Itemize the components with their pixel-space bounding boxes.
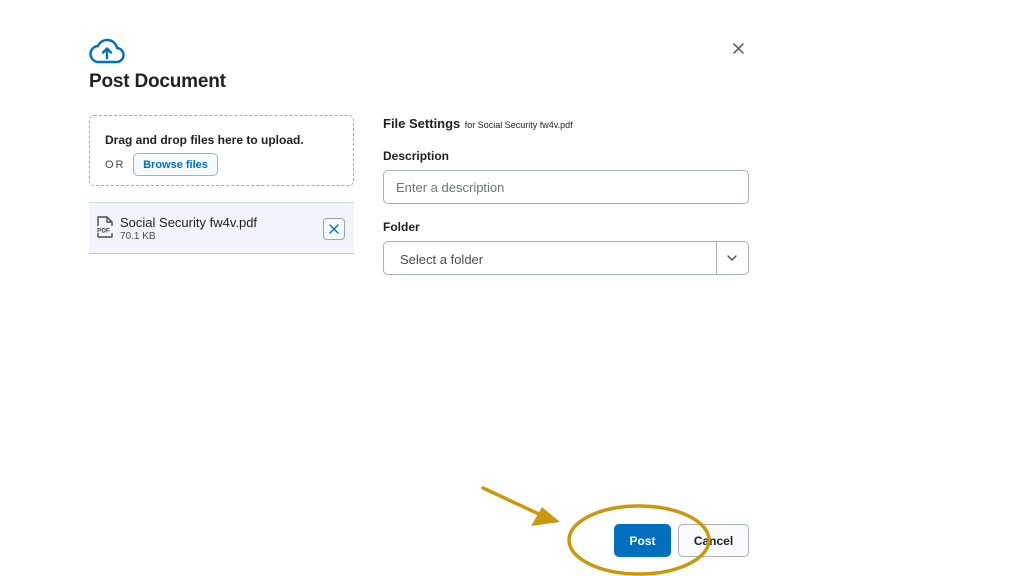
chevron-down-icon	[727, 255, 737, 261]
cancel-button[interactable]: Cancel	[678, 524, 749, 557]
or-label: OR	[105, 159, 126, 171]
cloud-upload-icon	[89, 38, 125, 64]
remove-file-button[interactable]	[323, 218, 345, 240]
file-settings-subtitle: for Social Security fw4v.pdf	[464, 120, 573, 130]
description-input[interactable]	[383, 170, 749, 204]
post-button[interactable]: Post	[614, 524, 671, 557]
browse-files-button[interactable]: Browse files	[133, 153, 218, 176]
close-dialog-button[interactable]	[726, 36, 750, 60]
folder-select[interactable]: Select a folder	[383, 241, 749, 275]
annotation-arrow-head	[531, 507, 560, 526]
file-dropzone[interactable]: Drag and drop files here to upload. OR B…	[89, 115, 354, 186]
file-settings-heading: File Settings for Social Security fw4v.p…	[383, 115, 573, 133]
description-label: Description	[383, 149, 450, 163]
file-size: 70.1 KB	[120, 231, 156, 242]
uploaded-file-item: PDF Social Security fw4v.pdf 70.1 KB	[89, 202, 354, 254]
select-divider	[716, 242, 717, 274]
dropzone-instructions: Drag and drop files here to upload.	[105, 133, 304, 147]
page-title: Post Document	[89, 71, 226, 92]
close-icon	[329, 224, 339, 234]
folder-label: Folder	[383, 220, 420, 234]
annotation-arrow-shaft	[481, 486, 543, 517]
folder-select-value: Select a folder	[400, 252, 484, 267]
close-icon	[732, 42, 744, 54]
file-settings-title: File Settings	[383, 116, 461, 131]
pdf-file-icon: PDF	[96, 216, 113, 238]
svg-text:PDF: PDF	[97, 228, 110, 235]
file-name: Social Security fw4v.pdf	[120, 215, 258, 230]
